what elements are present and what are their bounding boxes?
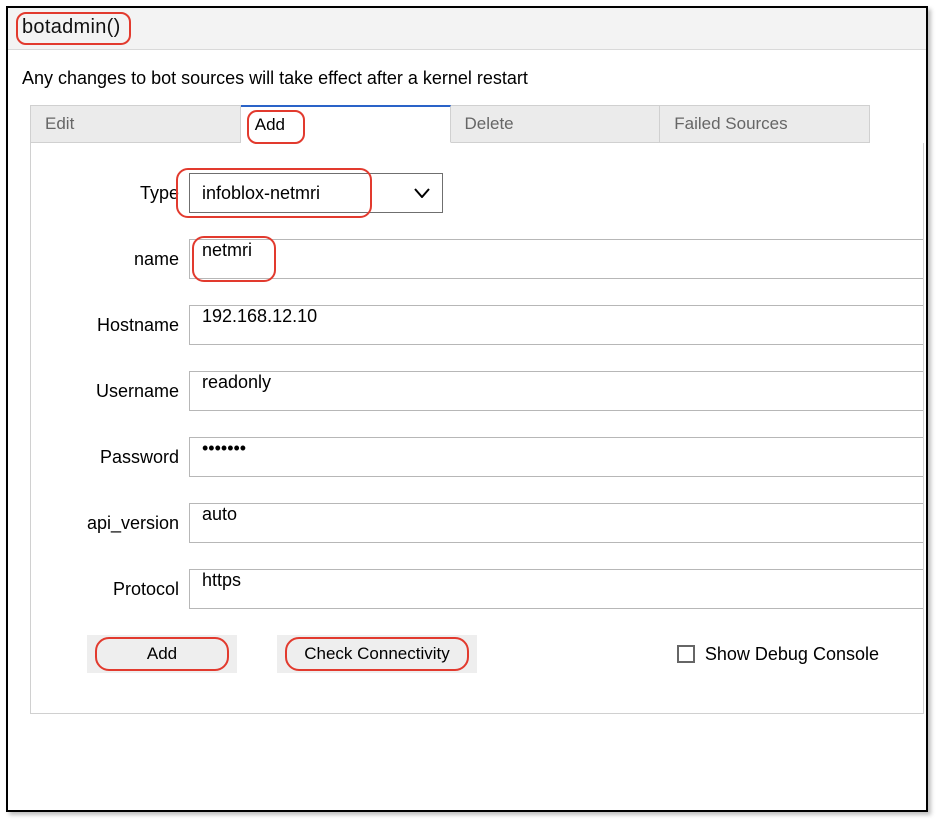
tab-add[interactable]: Add [241,105,451,143]
name-input[interactable]: netmri [189,239,923,279]
protocol-input[interactable]: https [189,569,923,609]
type-label: Type [31,183,189,204]
notice-text: Any changes to bot sources will take eff… [22,68,916,89]
add-form: Type infoblox-netmri name netmri Hostnam… [30,143,924,714]
tab-bar: Edit Add Delete Failed Sources [30,105,870,143]
panel-title: botadmin() [22,16,121,39]
admin-panel: botadmin() Any changes to bot sources wi… [6,6,928,812]
username-input[interactable]: readonly [189,371,923,411]
tab-delete[interactable]: Delete [451,105,661,143]
check-connectivity-button[interactable]: Check Connectivity [277,635,477,673]
add-button[interactable]: Add [87,635,237,673]
button-row: Add Check Connectivity Show Debug Consol… [31,635,923,673]
api-version-label: api_version [31,513,189,534]
api-version-input[interactable]: auto [189,503,923,543]
type-select[interactable]: infoblox-netmri [189,173,443,213]
tab-edit[interactable]: Edit [30,105,241,143]
panel-content: Any changes to bot sources will take eff… [8,50,926,714]
hostname-label: Hostname [31,315,189,336]
password-input[interactable]: ••••••• [189,437,923,477]
name-label: name [31,249,189,270]
username-label: Username [31,381,189,402]
tab-failed-sources[interactable]: Failed Sources [660,105,870,143]
checkbox-icon[interactable] [677,645,695,663]
protocol-label: Protocol [31,579,189,600]
title-bar: botadmin() [8,8,926,50]
password-label: Password [31,447,189,468]
debug-checkbox-wrap[interactable]: Show Debug Console [677,644,879,665]
type-select-value: infoblox-netmri [202,183,320,204]
debug-checkbox-label: Show Debug Console [705,644,879,665]
chevron-down-icon [414,185,430,201]
hostname-input[interactable]: 192.168.12.10 [189,305,923,345]
